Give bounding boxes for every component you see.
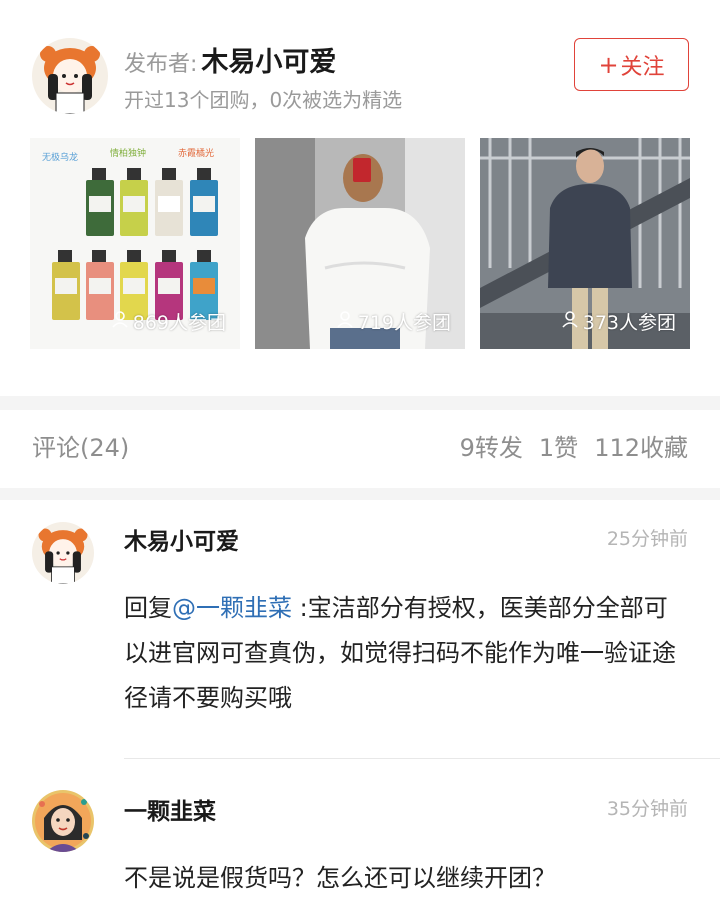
comment-time: 35分钟前 — [606, 798, 688, 820]
participants-count: 869人参团 — [132, 312, 226, 334]
publisher-name[interactable]: 木易小可爱 — [201, 40, 336, 79]
comment-text: 回复@一颗韭菜 :宝洁部分有授权，医美部分全部可以进官网可查真伪，如觉得扫码不能… — [124, 586, 680, 721]
follow-label: 关注 — [620, 54, 665, 80]
follow-button[interactable]: + 关注 — [574, 38, 689, 91]
product-card-perfume[interactable]: 无极乌龙 情柏独钟 赤霞橘光 869人参团 — [30, 138, 240, 349]
favorite-count[interactable]: 112收藏 — [594, 428, 688, 463]
plus-icon: + — [598, 50, 619, 79]
handwritten-label: 无极乌龙 — [42, 151, 78, 163]
commenter-avatar[interactable] — [32, 522, 94, 584]
reply-prefix: 回复 — [124, 594, 172, 622]
mention-link[interactable]: @一颗韭菜 — [172, 594, 292, 622]
comment-text: 不是说是假货吗？怎么还可以继续开团？ — [124, 864, 556, 892]
section-divider — [0, 396, 720, 410]
participants-badge: 719人参团 — [335, 308, 451, 335]
commenter-name[interactable]: 木易小可爱 — [124, 522, 239, 556]
participants-badge: 869人参团 — [110, 308, 226, 335]
comment-item: 木易小可爱 25分钟前 回复@一颗韭菜 :宝洁部分有授权，医美部分全部可以进官网… — [0, 500, 720, 762]
publisher-avatar[interactable] — [32, 38, 108, 114]
publisher-label: 发布者: — [124, 52, 198, 77]
user-icon — [110, 309, 130, 334]
user-icon — [335, 309, 355, 334]
product-card-jacket[interactable]: 373人参团 — [480, 138, 690, 349]
handwritten-label: 情柏独钟 — [110, 147, 146, 159]
comment-time: 25分钟前 — [606, 528, 688, 550]
repost-count[interactable]: 9转发 — [460, 428, 523, 463]
comment-divider — [124, 758, 720, 759]
comment-count[interactable]: 评论(24) — [32, 428, 129, 463]
like-count[interactable]: 1赞 — [539, 428, 578, 463]
publisher-header: 发布者: 木易小可爱 开过13个团购，0次被选为精选 + 关注 — [0, 0, 720, 138]
participants-badge: 373人参团 — [560, 308, 676, 335]
product-grid: 无极乌龙 情柏独钟 赤霞橘光 869人参团 719人参团 373人参团 — [30, 138, 690, 349]
section-divider — [0, 488, 720, 500]
commenter-avatar[interactable] — [32, 790, 94, 852]
participants-count: 373人参团 — [582, 312, 676, 334]
comment-item: 一颗韭菜 35分钟前 不是说是假货吗？怎么还可以继续开团？ — [0, 762, 720, 908]
user-icon — [560, 309, 580, 334]
publisher-stats: 开过13个团购，0次被选为精选 — [124, 88, 403, 112]
handwritten-label: 赤霞橘光 — [178, 147, 214, 159]
participants-count: 719人参团 — [357, 312, 451, 334]
stats-bar: 评论(24) 9转发 1赞 112收藏 — [0, 410, 720, 488]
product-card-blouse[interactable]: 719人参团 — [255, 138, 465, 349]
commenter-name[interactable]: 一颗韭菜 — [124, 792, 216, 826]
